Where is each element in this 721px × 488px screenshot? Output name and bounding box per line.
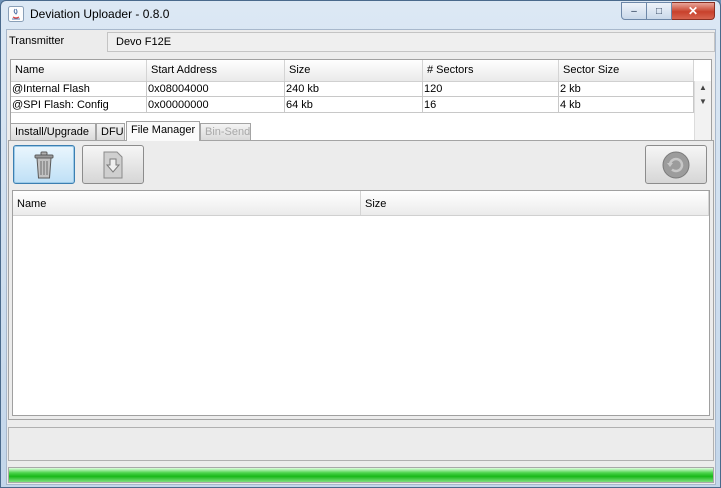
table-cell: @Internal Flash xyxy=(11,81,147,97)
tab-install-upgrade[interactable]: Install/Upgrade xyxy=(10,123,96,140)
progress-fill xyxy=(9,468,713,482)
transmitter-label: Transmitter xyxy=(9,35,65,47)
trash-icon xyxy=(34,151,54,178)
files-table-header: Name Size xyxy=(13,191,709,216)
minimize-button[interactable]: – xyxy=(621,2,647,20)
close-icon: ✕ xyxy=(687,4,699,18)
tab-dfu[interactable]: DFU xyxy=(96,123,125,140)
refresh-button[interactable] xyxy=(645,145,707,184)
column-header-sector-size[interactable]: Sector Size xyxy=(559,60,694,81)
title-bar[interactable]: Deviation Uploader - 0.8.0 – □ ✕ xyxy=(1,1,720,28)
table-cell: 120 xyxy=(423,81,559,97)
table-cell: @SPI Flash: Config xyxy=(11,97,147,113)
delete-button[interactable] xyxy=(13,145,75,184)
column-header-size[interactable]: Size xyxy=(361,191,709,215)
close-button[interactable]: ✕ xyxy=(672,2,715,20)
refresh-icon xyxy=(662,151,690,178)
file-manager-panel: Name Size xyxy=(8,140,714,420)
status-bar xyxy=(8,427,714,461)
java-app-icon xyxy=(8,6,24,22)
memory-table-scrollbar[interactable]: ▲ ▼ xyxy=(694,81,711,140)
column-header-name[interactable]: Name xyxy=(13,191,361,215)
files-table: Name Size xyxy=(12,190,710,416)
maximize-button[interactable]: □ xyxy=(647,2,672,20)
tab-file-manager[interactable]: File Manager xyxy=(126,121,200,141)
scroll-down-icon[interactable]: ▼ xyxy=(699,97,707,106)
progress-bar xyxy=(8,467,714,483)
table-cell: 0x08004000 xyxy=(147,81,285,97)
column-header-sectors[interactable]: # Sectors xyxy=(423,60,559,81)
table-row[interactable]: @SPI Flash: Config 0x00000000 64 kb 16 4… xyxy=(11,97,694,113)
table-cell: 0x00000000 xyxy=(147,97,285,113)
transmitter-value: Devo F12E xyxy=(107,32,715,52)
table-cell: 4 kb xyxy=(559,97,694,113)
memory-table-header: Name Start Address Size # Sectors Sector… xyxy=(11,60,694,82)
scroll-up-icon[interactable]: ▲ xyxy=(699,83,707,92)
table-cell: 64 kb xyxy=(285,97,423,113)
table-row[interactable]: @Internal Flash 0x08004000 240 kb 120 2 … xyxy=(11,81,694,97)
table-cell: 240 kb xyxy=(285,81,423,97)
column-header-size[interactable]: Size xyxy=(285,60,423,81)
maximize-icon: □ xyxy=(655,5,663,17)
table-cell: 16 xyxy=(423,97,559,113)
download-button[interactable] xyxy=(82,145,144,184)
column-header-start-address[interactable]: Start Address xyxy=(147,60,285,81)
app-window: Deviation Uploader - 0.8.0 – □ ✕ Transmi… xyxy=(0,0,721,488)
table-cell: 2 kb xyxy=(559,81,694,97)
window-content: Transmitter Devo F12E Name Start Address… xyxy=(6,29,716,485)
transmitter-row: Transmitter Devo F12E xyxy=(7,32,715,52)
tab-bin-send: Bin-Send xyxy=(200,123,251,140)
window-title: Deviation Uploader - 0.8.0 xyxy=(30,7,170,21)
minimize-icon: – xyxy=(631,5,637,17)
download-icon xyxy=(103,151,123,178)
column-header-name[interactable]: Name xyxy=(11,60,147,81)
